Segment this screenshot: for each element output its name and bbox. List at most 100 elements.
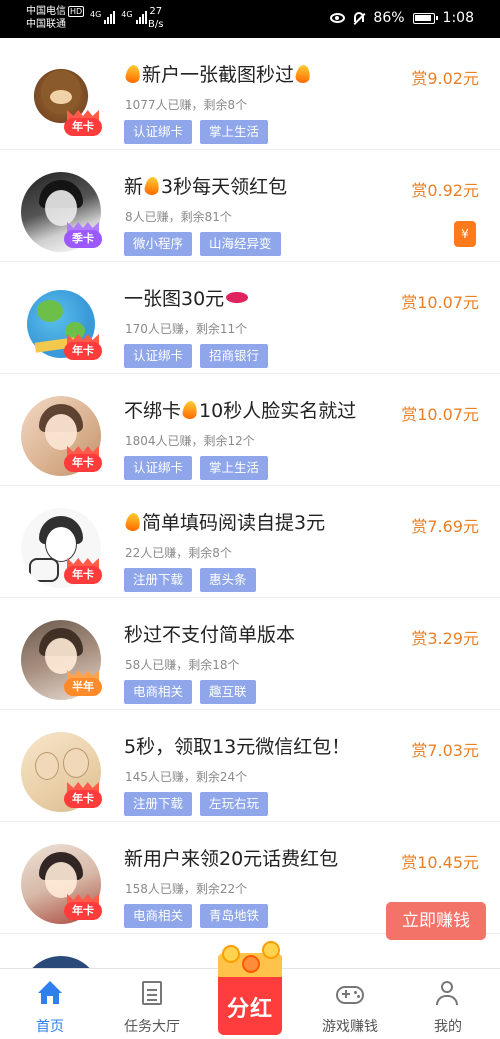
task-item[interactable]: 年卡 简单填码阅读自提3元 赏7.69元 22人已赚，剩余8个 注册下载 惠头条 [0, 486, 500, 598]
network-type-2: 4G [121, 10, 133, 19]
task-meta: 170人已赚，剩余11个 [125, 322, 248, 336]
task-tag: 掌上生活 [200, 120, 269, 144]
task-title: 新 3秒每天领红包 [124, 174, 287, 200]
task-reward: 赏3.29元 [411, 629, 479, 648]
task-meta: 1804人已赚，剩余12个 [125, 434, 255, 448]
task-tag: 左玩右玩 [200, 792, 269, 816]
task-item[interactable]: 年卡 5秒，领取13元微信红包！ 赏7.03元 145人已赚，剩余24个 注册下… [0, 710, 500, 822]
task-tag: 掌上生活 [200, 456, 269, 480]
eye-icon [330, 13, 346, 23]
task-title-prefix: 新 [124, 176, 144, 198]
network-speed: 27 B/s [148, 5, 163, 31]
speed-value: 27 [149, 6, 163, 17]
badge-label: 年卡 [64, 118, 102, 136]
tab-game-earn[interactable]: 游戏赚钱 [300, 969, 400, 1039]
tab-home[interactable]: 首页 [0, 969, 100, 1039]
task-reward: 赏10.45元 [401, 853, 479, 872]
mute-bell-icon [353, 11, 365, 25]
membership-badge: 年卡 [64, 782, 102, 812]
task-tag: 惠头条 [200, 568, 256, 592]
battery-icon [412, 12, 438, 24]
task-tag: 注册下载 [124, 568, 193, 592]
task-reward: 赏9.02元 [411, 69, 479, 88]
task-item[interactable]: 季卡 新 3秒每天领红包 赏0.92元 8人已赚，剩余81个 微小程序 山海经异变… [0, 150, 500, 262]
document-icon [142, 981, 162, 1005]
badge-label: 季卡 [64, 230, 102, 248]
tab-game-earn-label: 游戏赚钱 [322, 1019, 378, 1035]
task-tag: 电商相关 [124, 904, 193, 928]
status-bar: 中国电信 HD 中国联通 4G 4G 27 B/s 86% 1:08 [0, 0, 500, 38]
network-type-1: 4G [90, 10, 102, 19]
tab-task-hall-label: 任务大厅 [124, 1019, 180, 1035]
membership-badge: 季卡 [64, 222, 102, 252]
tab-task-hall[interactable]: 任务大厅 [102, 969, 202, 1039]
bottom-tab-bar: 首页 任务大厅 分红 游戏赚钱 我的 [0, 941, 500, 1039]
fire-icon [124, 64, 142, 84]
task-tag: 山海经异变 [200, 232, 281, 256]
task-title: 新用户来领20元话费红包 [124, 848, 339, 870]
task-title: 不绑卡 10秒人脸实名就过 [124, 398, 356, 424]
task-meta: 58人已赚，剩余18个 [125, 658, 240, 672]
task-title: 秒过不支付简单版本 [124, 624, 296, 646]
yuan-icon[interactable]: ¥ [454, 221, 476, 247]
task-title: 新户一张截图秒过 [124, 62, 312, 88]
carrier-info: 中国电信 HD 中国联通 [26, 5, 85, 31]
task-meta: 158人已赚，剩余22个 [125, 882, 248, 896]
badge-label: 年卡 [64, 454, 102, 472]
task-meta: 1077人已赚，剩余8个 [125, 98, 248, 112]
fire-icon [181, 400, 199, 420]
membership-badge: 年卡 [64, 334, 102, 364]
fire-icon [294, 64, 312, 84]
task-title-text: 10秒人脸实名就过 [199, 400, 357, 422]
signal-icon: 4G [90, 10, 116, 24]
task-reward: 赏10.07元 [401, 293, 479, 312]
task-tag: 注册下载 [124, 792, 193, 816]
task-title: 5秒，领取13元微信红包！ [124, 736, 351, 758]
task-reward: 赏10.07元 [401, 405, 479, 424]
clock: 1:08 [442, 10, 474, 26]
task-item[interactable]: 半年 秒过不支付简单版本 赏3.29元 58人已赚，剩余18个 电商相关 趣互联 [0, 598, 500, 710]
task-reward: 赏0.92元 [411, 181, 479, 200]
hd-badge: HD [68, 6, 85, 17]
fire-icon [143, 176, 161, 196]
task-list[interactable]: 年卡 新户一张截图秒过 赏9.02元 1077人已赚，剩余8个 认证绑卡 掌上生… [0, 38, 500, 968]
badge-label: 年卡 [64, 790, 102, 808]
membership-badge: 年卡 [64, 558, 102, 588]
task-reward: 赏7.03元 [411, 741, 479, 760]
task-item[interactable]: 年卡 不绑卡 10秒人脸实名就过 赏10.07元 1804人已赚，剩余12个 认证… [0, 374, 500, 486]
earn-now-button[interactable]: 立即赚钱 [386, 902, 486, 940]
membership-badge: 年卡 [64, 446, 102, 476]
badge-label: 年卡 [64, 342, 102, 360]
home-icon [38, 981, 62, 1005]
badge-label: 半年 [64, 678, 102, 696]
red-packet-icon: 分红 [212, 941, 288, 1037]
task-meta: 22人已赚，剩余8个 [125, 546, 232, 560]
tab-dividend-label: 分红 [226, 997, 273, 1022]
task-item[interactable]: 年卡 新户一张截图秒过 赏9.02元 1077人已赚，剩余8个 认证绑卡 掌上生… [0, 38, 500, 150]
signal-icons: 4G 4G [90, 10, 147, 24]
task-title-prefix: 不绑卡 [124, 400, 182, 422]
fire-icon [124, 512, 142, 532]
task-tag: 趣互联 [200, 680, 256, 704]
task-tag: 招商银行 [200, 344, 269, 368]
task-tag: 认证绑卡 [124, 120, 193, 144]
tab-dividend[interactable]: 分红 [200, 941, 300, 1039]
task-title-text: 简单填码阅读自提3元 [142, 512, 326, 534]
task-meta: 145人已赚，剩余24个 [125, 770, 248, 784]
lips-icon [226, 292, 249, 303]
task-avatar [21, 956, 101, 968]
task-item[interactable]: 年卡 一张图30元 赏10.07元 170人已赚，剩余11个 认证绑卡 招商银行 [0, 262, 500, 374]
task-tag: 青岛地铁 [200, 904, 269, 928]
membership-badge: 年卡 [64, 894, 102, 924]
tab-mine[interactable]: 我的 [398, 969, 498, 1039]
task-title: 简单填码阅读自提3元 [124, 510, 325, 536]
carrier-2: 中国联通 [26, 19, 66, 30]
task-tag: 认证绑卡 [124, 456, 193, 480]
task-title-text: 新户一张截图秒过 [142, 64, 295, 86]
task-title-text: 3秒每天领红包 [161, 176, 288, 198]
speed-unit: B/s [148, 19, 164, 30]
task-title-text: 一张图30元 [124, 288, 225, 310]
task-tag: 电商相关 [124, 680, 193, 704]
membership-badge: 半年 [64, 670, 102, 700]
carrier-1: 中国电信 [26, 6, 66, 17]
